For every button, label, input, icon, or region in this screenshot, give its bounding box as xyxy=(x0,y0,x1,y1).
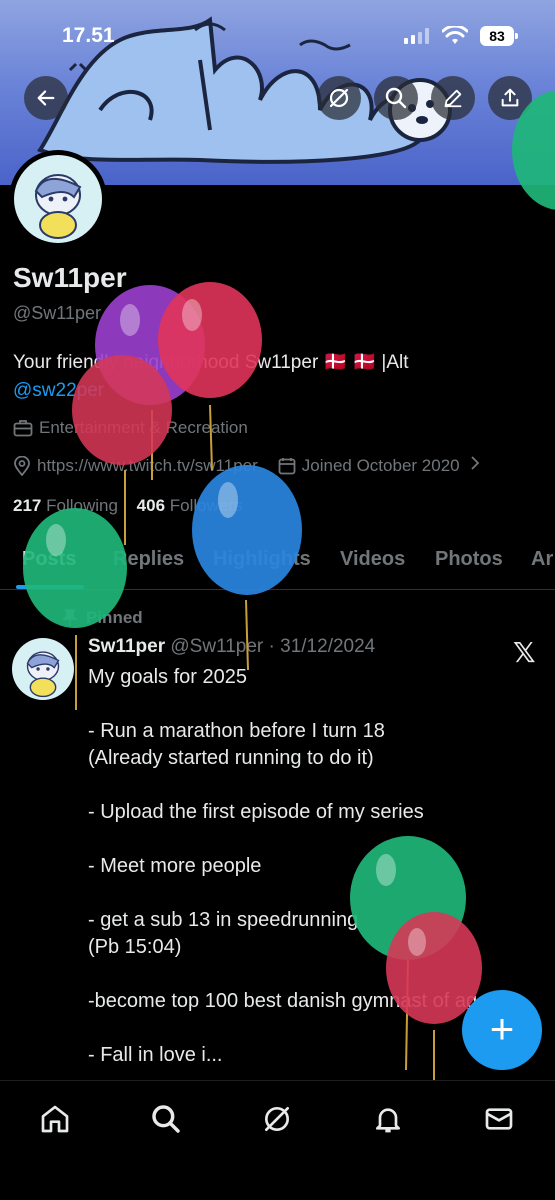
pinned-label: Pinned xyxy=(86,608,143,627)
profile-meta-row: https://www.twitch.tv/sw11per Joined Oct… xyxy=(13,455,480,476)
signal-icon xyxy=(404,28,429,44)
followers-count: 406 xyxy=(136,496,166,515)
followers-label: Followers xyxy=(169,496,243,515)
messages-icon[interactable] xyxy=(481,1101,517,1137)
edit-button[interactable] xyxy=(431,76,475,120)
profile-bio: Your friendly neighborhood Sw11per 🇩🇰 🇩🇰… xyxy=(13,352,409,373)
grok-icon xyxy=(329,88,349,108)
active-tab-indicator xyxy=(16,585,84,589)
calendar-icon xyxy=(278,457,296,475)
post-author-name[interactable]: Sw11per xyxy=(88,636,165,657)
search-icon xyxy=(385,87,407,109)
share-icon xyxy=(501,88,519,107)
home-icon[interactable] xyxy=(37,1101,73,1137)
explore-icon[interactable] xyxy=(148,1101,184,1137)
tab-videos[interactable]: Videos xyxy=(340,548,405,571)
balloon-red-right xyxy=(158,282,262,471)
profile-handle: @Sw11per xyxy=(13,303,101,323)
compose-post-button[interactable]: + xyxy=(462,990,542,1070)
following-link[interactable]: 217 Following xyxy=(13,496,118,515)
tab-replies[interactable]: Replies xyxy=(113,548,184,571)
grok-nav-icon[interactable] xyxy=(259,1101,295,1137)
post-author-avatar[interactable] xyxy=(12,638,74,700)
website-link[interactable]: https://www.twitch.tv/sw11per xyxy=(37,456,258,476)
briefcase-icon xyxy=(13,419,33,437)
avatar xyxy=(14,155,102,243)
category-label: Entertainment & Recreation xyxy=(39,418,248,437)
following-label: Following xyxy=(46,496,118,515)
status-time: 17.51 xyxy=(62,24,115,47)
post-avatar-art xyxy=(26,651,60,698)
profile-name: Sw11per xyxy=(13,262,127,293)
tab-highlights[interactable]: Highlights xyxy=(213,548,311,571)
share-button[interactable] xyxy=(488,76,532,120)
profile-tabs: Posts Replies Highlights Videos Photos A… xyxy=(0,530,555,590)
balloon-purple xyxy=(95,285,205,480)
bottom-navigation xyxy=(0,1080,555,1200)
back-arrow-icon xyxy=(37,90,55,106)
tab-photos[interactable]: Photos xyxy=(435,548,503,571)
follow-stats: 217 Following 406 Followers xyxy=(13,496,243,516)
post-handle-date: @Sw11per · 31/12/2024 xyxy=(170,636,376,657)
tab-articles[interactable]: Ar xyxy=(531,548,553,571)
avatar-art xyxy=(34,174,82,239)
tab-posts[interactable]: Posts xyxy=(22,548,76,571)
joined-date: Joined October 2020 xyxy=(301,455,460,475)
chevron-right-icon[interactable] xyxy=(470,455,480,476)
profile-avatar[interactable] xyxy=(9,150,107,248)
following-count: 217 xyxy=(13,496,42,515)
status-bar: 17.51 83 xyxy=(0,24,555,54)
grok-button[interactable] xyxy=(317,76,361,120)
back-button[interactable] xyxy=(24,76,68,120)
search-button[interactable] xyxy=(374,76,418,120)
pin-icon xyxy=(62,609,78,626)
profile-category: Entertainment & Recreation xyxy=(13,418,248,438)
battery-indicator: 83 xyxy=(480,26,518,46)
edit-icon xyxy=(444,89,462,108)
location-icon xyxy=(13,455,31,476)
bio-mention-link[interactable]: @sw22per xyxy=(13,380,104,402)
pinned-indicator: Pinned xyxy=(62,608,143,628)
post-text[interactable]: My goals for 2025 - Run a marathon befor… xyxy=(88,664,528,1069)
post-header: Sw11per @Sw11per · 31/12/2024 xyxy=(88,636,375,658)
followers-link[interactable]: 406 Followers xyxy=(137,496,243,515)
notifications-icon[interactable] xyxy=(370,1101,406,1137)
wifi-icon xyxy=(442,26,468,44)
